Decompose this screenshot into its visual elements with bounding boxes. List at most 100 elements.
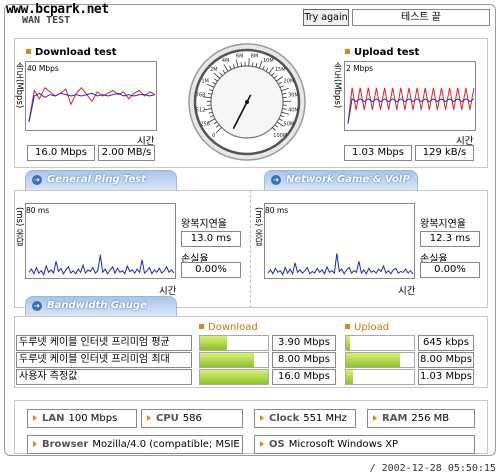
gauge-tick-label: 100M	[273, 133, 287, 139]
browser-label: Browser	[42, 439, 89, 450]
os-value: Microsoft Windows XP	[288, 439, 399, 450]
os-info: OS Microsoft Windows XP	[254, 435, 475, 454]
upload-ylabel: 속도(Mbps)	[332, 62, 342, 109]
ping-ylabel: (ms) 응답	[14, 207, 24, 247]
tab-general-ping[interactable]: ➔ General Ping Test	[25, 170, 177, 190]
download-speed-mbps: 16.0 Mbps	[27, 145, 95, 161]
browser-value: Mozilla/4.0 (compatible; MSIE 6.0	[92, 439, 243, 450]
gauge-tick-label: 4M	[222, 58, 230, 64]
browser-info: Browser Mozilla/4.0 (compatible; MSIE 6.0	[27, 435, 243, 454]
upload-bar	[345, 352, 415, 368]
game-series-line	[267, 253, 414, 276]
triangle-icon	[33, 415, 37, 421]
arrow-right-icon: ➔	[32, 175, 42, 185]
try-again-button[interactable]: Try again	[303, 9, 349, 26]
triangle-icon	[260, 441, 264, 447]
os-label: OS	[269, 439, 285, 450]
ping-rtt-value: 13.0 ms	[181, 231, 241, 247]
gauge-tick-label: 30M	[288, 93, 299, 99]
upload-title: Upload test	[345, 47, 419, 58]
upload-speed-kbs: 129 kB/s	[415, 145, 474, 161]
bandwidth-row-name: 두루넷 케이블 인터넷 프리미엄 최대	[16, 352, 192, 368]
triangle-icon	[33, 441, 37, 447]
ping-loss-value: 0.00%	[181, 262, 241, 278]
download-bar-fill	[200, 336, 227, 350]
clock-info: Clock 551 MHz	[254, 409, 356, 428]
upload-speed-mbps: 1.03 Mbps	[344, 145, 412, 161]
download-ylabel: 속도(Mbps)	[14, 62, 24, 109]
gauge-tick-label: 40M	[288, 107, 299, 113]
gauge-hub	[245, 100, 249, 104]
gauge-tick-label: 1M	[201, 79, 209, 85]
upload-bar-fill	[346, 336, 351, 350]
ping-max-label: 80 ms	[26, 206, 50, 215]
arrow-right-icon: ➔	[32, 301, 42, 311]
gauge-tick-label: 6M	[236, 54, 244, 60]
window-title: WAN TEST	[22, 15, 71, 26]
lan-value: 100 Mbps	[68, 413, 118, 424]
triangle-icon	[147, 415, 151, 421]
speed-gauge: 0256 512 768 1M2M 4M 6M 8M 10M15M 20M 30M 40M 50M 10…	[188, 43, 306, 161]
download-bar-fill	[200, 370, 268, 384]
upload-bar	[345, 335, 415, 351]
cpu-value: 586	[182, 413, 202, 424]
gauge-tick-label: 0	[212, 133, 215, 139]
panel-divider	[250, 190, 251, 308]
download-value: 16.0 Mbps	[272, 369, 336, 385]
gauge-tick-label: 20M	[284, 79, 295, 85]
status-display: 테스트 끝	[352, 9, 490, 26]
game-rtt-label: 왕복지연율	[420, 219, 466, 230]
upload-max-label: 2 Mbps	[346, 64, 374, 73]
ping-series-line	[28, 254, 175, 276]
download-value: 8.00 Mbps	[272, 352, 336, 368]
download-series-line	[28, 87, 156, 121]
triangle-icon	[260, 415, 264, 421]
gauge-tick-label: 15M	[275, 67, 286, 73]
download-bar	[199, 335, 269, 351]
cpu-label: CPU	[156, 413, 179, 424]
clock-label: Clock	[269, 413, 300, 424]
game-time-label: 시간	[398, 286, 416, 297]
ram-info: RAM 256 MB	[367, 409, 475, 428]
tab-bandwidth-gauge-label: Bandwidth Gauge	[47, 300, 147, 311]
bandwidth-row-name: 사용자 측정값	[16, 369, 192, 385]
bullet-icon	[345, 324, 350, 329]
triangle-icon	[373, 415, 377, 421]
gauge-tick-label: 768	[196, 93, 206, 99]
ram-value: 256 MB	[411, 413, 450, 424]
download-bar	[199, 352, 269, 368]
download-bar	[199, 369, 269, 385]
ram-label: RAM	[382, 413, 408, 424]
clock-value: 551 MHz	[303, 413, 347, 424]
game-ylabel: (ms) 응답	[253, 207, 263, 247]
upload-title-text: Upload test	[354, 47, 420, 58]
tab-bandwidth-gauge[interactable]: ➔ Bandwidth Gauge	[25, 296, 177, 316]
ping-rtt-label: 왕복지연율	[181, 219, 227, 230]
tab-network-game[interactable]: ➔Network Game & VoIP Test	[264, 170, 418, 203]
ping-time-label: 시간	[159, 286, 177, 297]
bandwidth-row-name: 두루넷 케이블 인터넷 프리미엄 평균	[16, 335, 192, 351]
gauge-tick-label: 10M	[263, 58, 274, 64]
game-rtt-value: 12.3 ms	[420, 231, 480, 247]
upload-value: 1.03 Mbps	[418, 369, 474, 385]
download-title-text: Download test	[35, 47, 117, 58]
bullet-icon	[199, 324, 204, 329]
upload-bar-fill	[346, 353, 401, 367]
timestamp: / 2002-12-28 05:50:15	[369, 463, 496, 474]
bandwidth-download-header-text: Download	[208, 322, 258, 333]
upload-value: 645 kbps	[418, 335, 474, 351]
download-value: 3.90 Mbps	[272, 335, 336, 351]
tab-general-ping-label: General Ping Test	[47, 174, 147, 185]
bandwidth-upload-header-text: Upload	[354, 322, 390, 333]
lan-label: LAN	[42, 413, 65, 424]
download-speed-mbs: 2.00 MB/s	[98, 145, 155, 161]
bandwidth-upload-header: Upload	[345, 322, 389, 333]
gauge-tick-label: 256	[200, 121, 210, 127]
bullet-icon	[345, 49, 350, 54]
download-bar-fill	[200, 353, 255, 367]
game-max-label: 80 ms	[265, 206, 289, 215]
upload-bar-fill	[346, 370, 353, 384]
download-max-label: 40 Mbps	[27, 64, 59, 73]
gauge-tick-label: 50M	[284, 121, 295, 127]
gauge-tick-label: 8M	[251, 54, 259, 60]
